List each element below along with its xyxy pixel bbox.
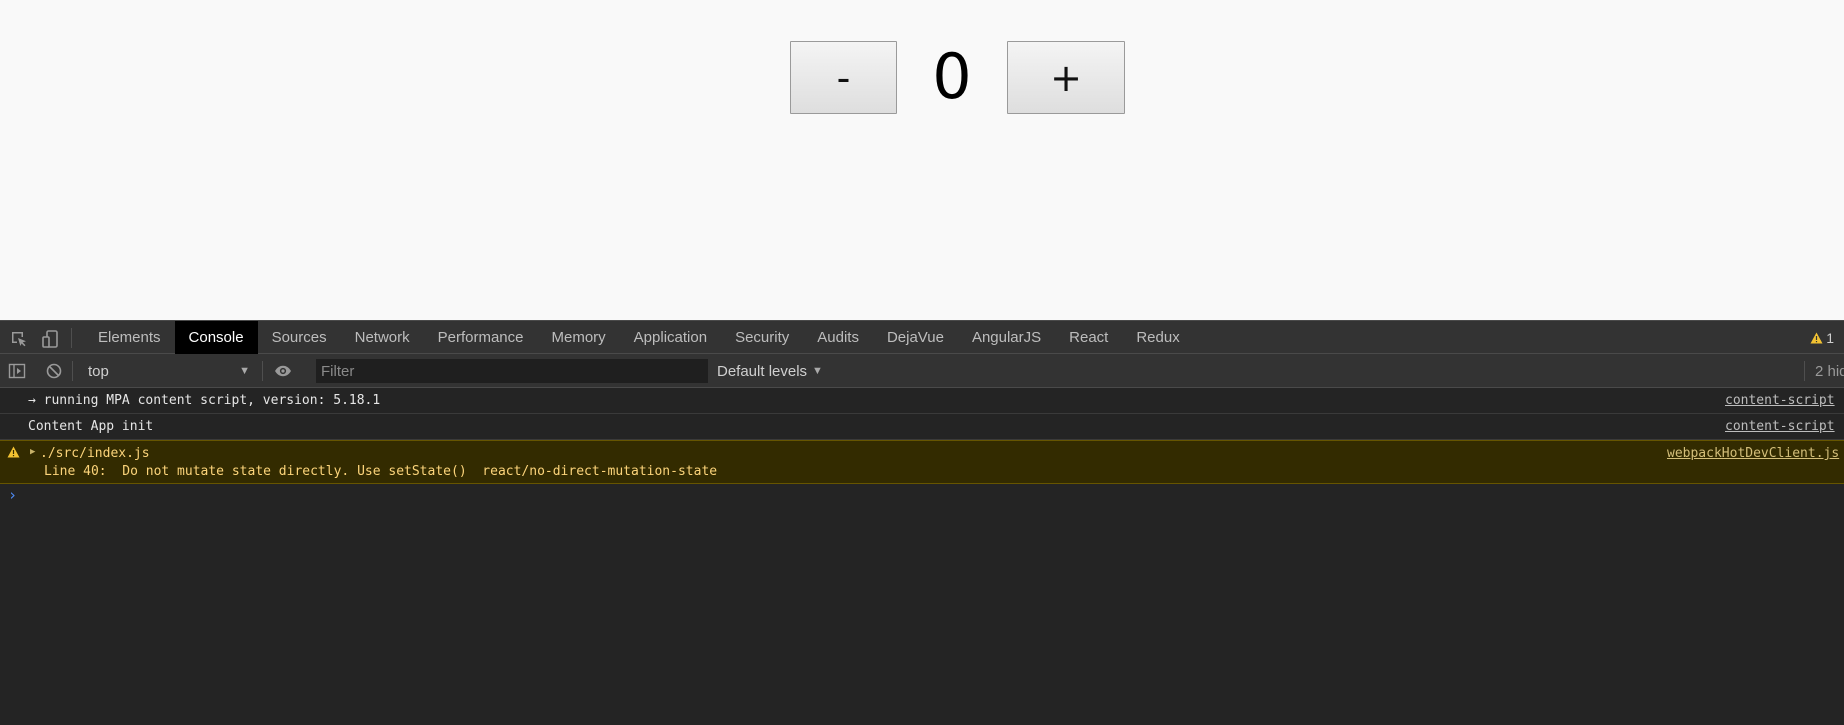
warning-count: 1 [1826,329,1834,346]
tab-security[interactable]: Security [721,321,803,354]
devtools-panel: Elements Console Sources Network Perform… [0,320,1844,725]
devtools-tabs: Elements Console Sources Network Perform… [84,321,1194,354]
tabbar-divider [71,328,72,348]
page-viewport: - 0 + [0,0,1844,320]
tab-angularjs[interactable]: AngularJS [958,321,1055,354]
clear-console-icon[interactable] [45,362,63,380]
tab-redux[interactable]: Redux [1122,321,1193,354]
console-message-source-link[interactable]: content-script [1725,419,1835,434]
tab-sources[interactable]: Sources [258,321,341,354]
expand-triangle-icon[interactable]: ▶ [30,447,35,457]
tab-react[interactable]: React [1055,321,1122,354]
console-prompt[interactable]: › [0,484,1844,508]
console-warning-message: ▶ ./src/index.js Line 40: Do not mutate … [0,440,1844,484]
chevron-down-icon: ▼ [812,365,823,377]
warning-triangle-icon [1810,332,1823,343]
warning-file-path: ./src/index.js [40,446,150,461]
log-levels-label: Default levels [717,362,808,380]
console-message: Content App init content-script [0,414,1844,440]
tab-elements[interactable]: Elements [84,321,175,354]
tab-application[interactable]: Application [620,321,721,354]
log-levels-dropdown[interactable]: Default levels ▼ [717,358,823,384]
inspect-element-icon[interactable] [10,330,28,348]
toolbar-divider [262,361,263,381]
console-messages: → running MPA content script, version: 5… [0,388,1844,508]
console-message-text: → running MPA content script, version: 5… [28,393,381,408]
toolbar-divider [72,361,73,381]
context-selector-value: top [88,362,109,380]
decrement-button[interactable]: - [790,41,897,114]
show-sidebar-icon[interactable] [8,362,26,380]
device-toolbar-icon[interactable] [42,330,60,348]
tab-console[interactable]: Console [174,321,258,354]
tab-memory[interactable]: Memory [538,321,620,354]
tab-dejavue[interactable]: DejaVue [873,321,958,354]
tab-performance[interactable]: Performance [424,321,538,354]
toolbar-divider [1804,361,1805,381]
console-message-text: Content App init [28,419,154,434]
hidden-messages-count: 2 hid [1815,362,1844,380]
chevron-down-icon: ▼ [239,365,250,377]
devtools-tabbar: Elements Console Sources Network Perform… [0,320,1844,354]
counter-value: 0 [932,39,972,113]
context-selector[interactable]: top ▼ [80,358,252,384]
warning-message-text: Line 40: Do not mutate state directly. U… [44,464,718,479]
console-filter-input[interactable] [316,359,708,383]
console-message: → running MPA content script, version: 5… [0,388,1844,414]
console-toolbar: top ▼ Default levels ▼ 2 hid [0,354,1844,388]
live-expression-eye-icon[interactable] [274,362,292,380]
warning-triangle-icon [7,446,20,458]
increment-button[interactable]: + [1007,41,1125,114]
console-message-source-link[interactable]: webpackHotDevClient.js [1667,446,1839,461]
tab-network[interactable]: Network [341,321,424,354]
warning-counter[interactable]: 1 [1810,321,1834,354]
tab-audits[interactable]: Audits [803,321,873,354]
prompt-chevron-icon: › [8,486,18,504]
console-message-source-link[interactable]: content-script [1725,393,1835,408]
